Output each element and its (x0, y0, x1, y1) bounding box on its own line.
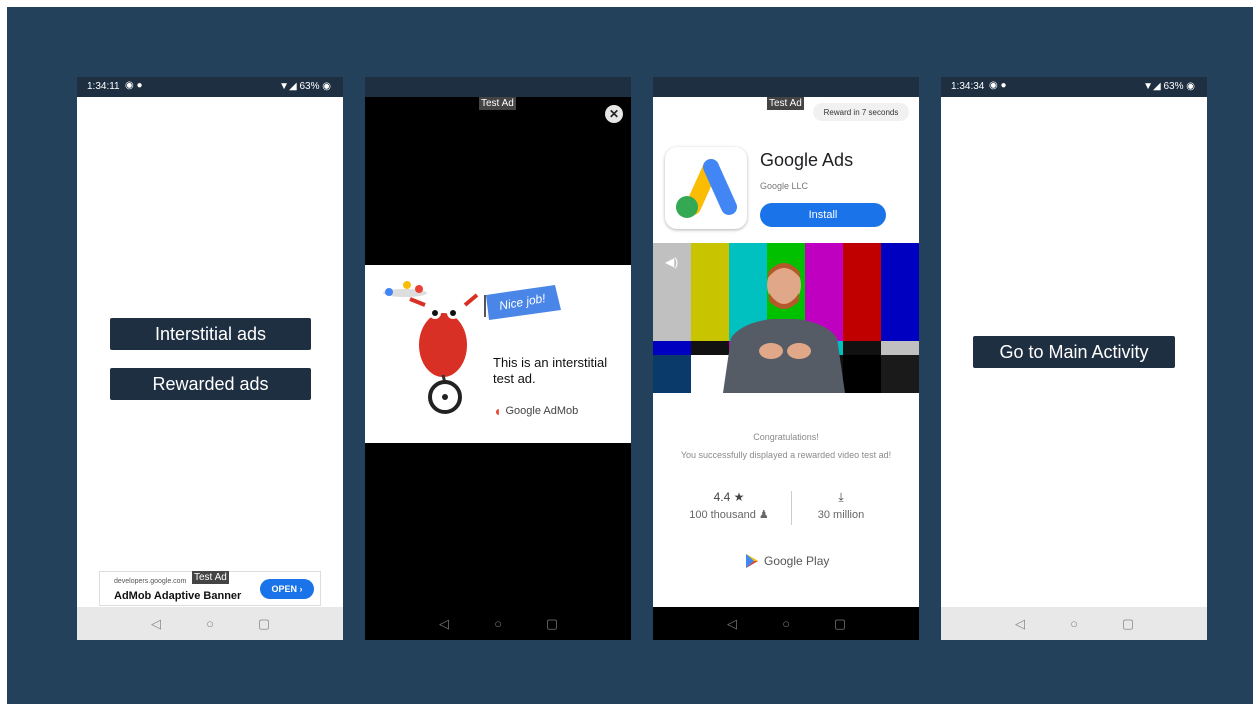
volume-icon[interactable]: ◀) (665, 255, 678, 269)
rating-count: 100 thousand ♟ (689, 509, 769, 521)
status-bar: 1:34:34 ◉ ● ▼◢ 63% ◉ (941, 77, 1207, 97)
status-bar: 1:34:11 ◉ ● ▼◢ 63% ◉ (77, 77, 343, 97)
recents-icon[interactable]: ▢ (832, 616, 848, 632)
home-icon[interactable]: ○ (778, 616, 794, 631)
download-icon: ⤓ (838, 490, 844, 504)
downloads-value: 30 million (817, 509, 865, 521)
app-developer: Google LLC (760, 181, 809, 191)
interstitial-message: This is an interstitial test ad. (493, 355, 608, 386)
nav-bar: ◁ ○ ▢ (941, 607, 1207, 640)
presenter-figure (723, 263, 845, 393)
status-time: 1:34:34 (951, 81, 985, 92)
status-bar (365, 77, 631, 97)
home-icon[interactable]: ○ (490, 616, 506, 631)
back-icon[interactable]: ◁ (148, 616, 164, 632)
banner-open-button[interactable]: OPEN › (260, 579, 314, 599)
google-play-badge[interactable]: Google Play (745, 553, 829, 569)
status-time: 1:34:11 (87, 81, 120, 92)
phone-second-activity: 1:34:34 ◉ ● ▼◢ 63% ◉ Go to Main Activity… (941, 77, 1207, 640)
home-icon[interactable]: ○ (1066, 616, 1082, 631)
recents-icon[interactable]: ▢ (1120, 616, 1136, 632)
close-ad-button[interactable]: ✕ (605, 105, 623, 123)
home-icon[interactable]: ○ (202, 616, 218, 631)
banner-url: developers.google.com (114, 578, 187, 585)
nav-bar: ◁ ○ ▢ (365, 607, 631, 640)
nav-bar: ◁ ○ ▢ (653, 607, 919, 640)
phone-main-activity: 1:34:11 ◉ ● ▼◢ 63% ◉ Interstitial ads Re… (77, 77, 343, 640)
install-button[interactable]: Install (760, 203, 886, 227)
rewarded-ads-button[interactable]: Rewarded ads (110, 368, 311, 400)
stat-divider (791, 491, 792, 525)
admob-brand: ◖ Google AdMob (493, 403, 578, 419)
app-name: Google Ads (760, 150, 854, 170)
video-player[interactable]: ◀) (653, 243, 919, 393)
notification-icons: ◉ ● (125, 80, 143, 91)
back-icon[interactable]: ◁ (724, 616, 740, 632)
notification-icons: ◉ ● (989, 80, 1007, 91)
app-screen (77, 97, 343, 607)
phone-rewarded-ad: Test Ad Reward in 7 seconds Google Ads G… (653, 77, 919, 640)
test-ad-label: Test Ad (479, 97, 516, 110)
google-ads-logo-icon (676, 159, 737, 218)
rating-stat: 4.4 ★ 100 thousand ♟ (681, 490, 777, 521)
google-ads-app-icon (665, 147, 747, 229)
back-icon[interactable]: ◁ (1012, 616, 1028, 632)
recents-icon[interactable]: ▢ (256, 616, 272, 632)
congrats-title: Congratulations! (753, 432, 819, 442)
congrats-body: You successfully displayed a rewarded vi… (680, 450, 892, 460)
banner-title: AdMob Adaptive Banner (114, 590, 242, 602)
interstitial-card[interactable]: Nice job! This is an interstitial test a… (365, 265, 631, 443)
recents-icon[interactable]: ▢ (544, 616, 560, 632)
reward-countdown: Reward in 7 seconds (813, 103, 909, 121)
status-right: ▼◢ 63% ◉ (279, 81, 331, 92)
back-icon[interactable]: ◁ (436, 616, 452, 632)
nav-bar: ◁ ○ ▢ (77, 607, 343, 640)
admob-brand-text: Google AdMob (505, 405, 579, 417)
rating-value: 4.4 ★ (713, 490, 745, 504)
test-ad-label: Test Ad (192, 571, 229, 584)
battery-level: 63% (299, 81, 320, 92)
status-bar (653, 77, 919, 97)
admob-logo-icon: ◖ (493, 403, 502, 419)
battery-level: 63% (1163, 81, 1184, 92)
google-play-text: Google Play (764, 554, 830, 568)
downloads-stat: ⤓ 30 million (793, 490, 889, 521)
go-to-main-activity-button[interactable]: Go to Main Activity (973, 336, 1175, 368)
interstitial-ads-button[interactable]: Interstitial ads (110, 318, 311, 350)
phone-interstitial-ad: Test Ad ✕ Nice job! This is an interstit… (365, 77, 631, 640)
google-play-icon (746, 554, 758, 568)
status-right: ▼◢ 63% ◉ (1143, 81, 1195, 92)
test-ad-label: Test Ad (767, 97, 804, 110)
